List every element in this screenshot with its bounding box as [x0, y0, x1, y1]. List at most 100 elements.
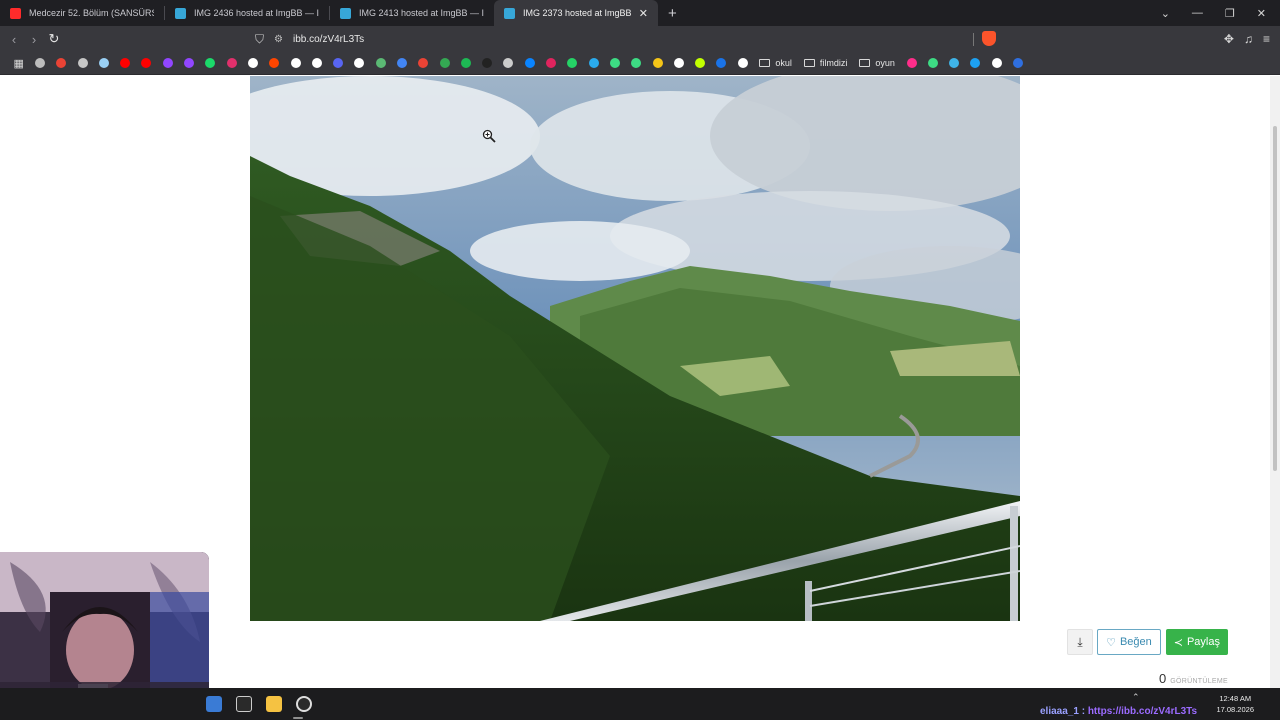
clock-time: 12:48 AM — [1219, 694, 1252, 703]
chrome-app-icon[interactable] — [296, 696, 312, 712]
bookmark-favicon-icon[interactable] — [72, 52, 93, 75]
address-bar[interactable]: ⛉ ⚙ ibb.co/zV4rL3Ts — [255, 29, 1000, 49]
media-icon[interactable]: ♫ — [1244, 32, 1253, 46]
close-tab-icon[interactable]: ✕ — [639, 7, 648, 20]
back-icon[interactable]: ‹ — [4, 32, 24, 47]
start-icon[interactable] — [206, 696, 222, 712]
bookmark-folder-oyun[interactable]: oyun — [859, 58, 895, 68]
share-icon: ≺ — [1173, 636, 1183, 649]
bookmark-favicon-icon[interactable] — [413, 52, 434, 75]
bookmark-favicon-icon[interactable] — [136, 52, 157, 75]
apps-grid-icon[interactable]: ▦ — [8, 52, 29, 75]
bookmark-favicon-icon[interactable] — [349, 52, 370, 75]
window-controls: ⌄ — ❐ ✕ — [1161, 0, 1280, 26]
share-button[interactable]: ≺ Paylaş — [1165, 629, 1228, 655]
like-label: Beğen — [1119, 636, 1152, 648]
bookmark-favicon-icon[interactable] — [1007, 52, 1028, 75]
bookmark-favicon-icon[interactable] — [327, 52, 348, 75]
bookmark-favicon-icon[interactable] — [306, 52, 327, 75]
scrollbar-thumb[interactable] — [1273, 126, 1277, 471]
browser-toolbar: ‹ › ↻ ⛉ ⚙ ibb.co/zV4rL3Ts ✥ ♫ ≡ — [0, 26, 1280, 52]
bookmark-favicon-icon[interactable] — [986, 52, 1007, 75]
bookmark-favicon-icon[interactable] — [51, 52, 72, 75]
bookmark-favicon-icon[interactable] — [562, 52, 583, 75]
url-text[interactable]: ibb.co/zV4rL3Ts — [293, 34, 364, 45]
bookmark-favicon-icon[interactable] — [901, 52, 922, 75]
reload-icon[interactable]: ↻ — [44, 31, 64, 47]
chat-overlay: eliaaa_1 : https://ibb.co/zV4rL3Ts — [1040, 706, 1197, 717]
imgbb-icon — [340, 7, 351, 19]
tab-img-2436[interactable]: IMG 2436 hosted at ImgBB — ImgBB — [165, 0, 329, 26]
tab-img-2373[interactable]: IMG 2373 hosted at ImgBB — In ✕ — [494, 0, 658, 26]
bookmark-favicon-icon[interactable] — [498, 52, 519, 75]
tab-medcezir[interactable]: Medcezir 52. Bölüm (SANSÜRSÜZ) - — [0, 0, 164, 26]
bookmark-favicon-icon[interactable] — [264, 52, 285, 75]
bookmark-favicon-icon[interactable] — [732, 52, 753, 75]
bookmark-icon[interactable]: ⛉ — [255, 32, 264, 47]
view-label: GÖRÜNTÜLEME — [1170, 678, 1228, 685]
site-info-icon[interactable]: ⚙ — [274, 34, 283, 45]
taskbar-apps — [206, 688, 312, 720]
view-count: 0 — [1159, 671, 1167, 686]
bookmark-favicon-icon[interactable] — [604, 52, 625, 75]
file-explorer-icon[interactable] — [266, 696, 282, 712]
close-window-icon[interactable]: ✕ — [1257, 7, 1266, 20]
menu-icon[interactable]: ≡ — [1263, 32, 1270, 46]
extensions-icon[interactable]: ✥ — [1224, 32, 1234, 46]
minimize-icon[interactable]: — — [1192, 7, 1203, 19]
bookmark-folder-okul[interactable]: okul — [759, 58, 792, 68]
toolbar-right: ✥ ♫ ≡ — [1224, 26, 1270, 52]
bookmark-folder-label: filmdizi — [819, 58, 848, 68]
tab-title: IMG 2373 hosted at ImgBB — In — [523, 8, 631, 18]
bookmark-favicon-icon[interactable] — [965, 52, 986, 75]
tray-chevron-icon[interactable]: ⌃ — [1132, 692, 1140, 703]
tab-strip: Medcezir 52. Bölüm (SANSÜRSÜZ) - IMG 243… — [0, 0, 1280, 26]
bookmark-favicon-icon[interactable] — [29, 52, 50, 75]
page-scrollbar[interactable] — [1270, 76, 1280, 688]
address-divider — [973, 33, 974, 46]
system-clock[interactable]: 12:48 AM 17.08.2026 — [1216, 693, 1254, 715]
bookmark-folder-filmdizi[interactable]: filmdizi — [803, 58, 848, 68]
bookmark-favicon-icon[interactable] — [583, 52, 604, 75]
bookmark-favicon-icon[interactable] — [242, 52, 263, 75]
maximize-icon[interactable]: ❐ — [1225, 7, 1235, 20]
bookmark-favicon-icon[interactable] — [221, 52, 242, 75]
bookmark-favicon-icon[interactable] — [391, 52, 412, 75]
tab-search-icon[interactable]: ⌄ — [1161, 7, 1170, 20]
tiktok-app-icon[interactable] — [236, 696, 252, 712]
bookmark-favicon-icon[interactable] — [93, 52, 114, 75]
bookmark-folder-label: okul — [775, 58, 792, 68]
download-button[interactable]: ⤓ — [1067, 629, 1094, 655]
hosted-image[interactable] — [250, 76, 1020, 621]
landscape-photo — [250, 76, 1020, 621]
chat-link: https://ibb.co/zV4rL3Ts — [1087, 706, 1198, 717]
zoom-cursor-icon — [482, 129, 496, 143]
bookmark-favicon-icon[interactable] — [668, 52, 689, 75]
bookmark-favicon-icon[interactable] — [626, 52, 647, 75]
bookmark-favicon-icon[interactable] — [477, 52, 498, 75]
bookmark-favicon-icon[interactable] — [519, 52, 540, 75]
new-tab-icon[interactable]: + — [668, 5, 677, 22]
bookmark-favicon-icon[interactable] — [711, 52, 732, 75]
imgbb-icon — [504, 7, 515, 19]
bookmark-favicon-icon[interactable] — [647, 52, 668, 75]
brave-shield-icon[interactable] — [982, 31, 996, 46]
bookmark-favicon-icon[interactable] — [200, 52, 221, 75]
tab-title: IMG 2436 hosted at ImgBB — ImgBB — [194, 8, 319, 18]
bookmark-favicon-icon[interactable] — [922, 52, 943, 75]
bookmark-favicon-icon[interactable] — [370, 52, 391, 75]
bookmark-favicon-icon[interactable] — [540, 52, 561, 75]
bookmark-favicon-icon[interactable] — [944, 52, 965, 75]
forward-icon[interactable]: › — [24, 32, 44, 47]
heart-icon: ♡ — [1106, 636, 1116, 649]
bookmark-favicon-icon[interactable] — [434, 52, 455, 75]
clock-date: 17.08.2026 — [1216, 705, 1254, 714]
bookmark-favicon-icon[interactable] — [455, 52, 476, 75]
tab-img-2413[interactable]: IMG 2413 hosted at ImgBB — ImgBB — [330, 0, 494, 26]
bookmark-favicon-icon[interactable] — [157, 52, 178, 75]
bookmark-favicon-icon[interactable] — [178, 52, 199, 75]
bookmark-favicon-icon[interactable] — [285, 52, 306, 75]
bookmark-favicon-icon[interactable] — [114, 52, 135, 75]
bookmark-favicon-icon[interactable] — [690, 52, 711, 75]
like-button[interactable]: ♡ Beğen — [1097, 629, 1161, 655]
